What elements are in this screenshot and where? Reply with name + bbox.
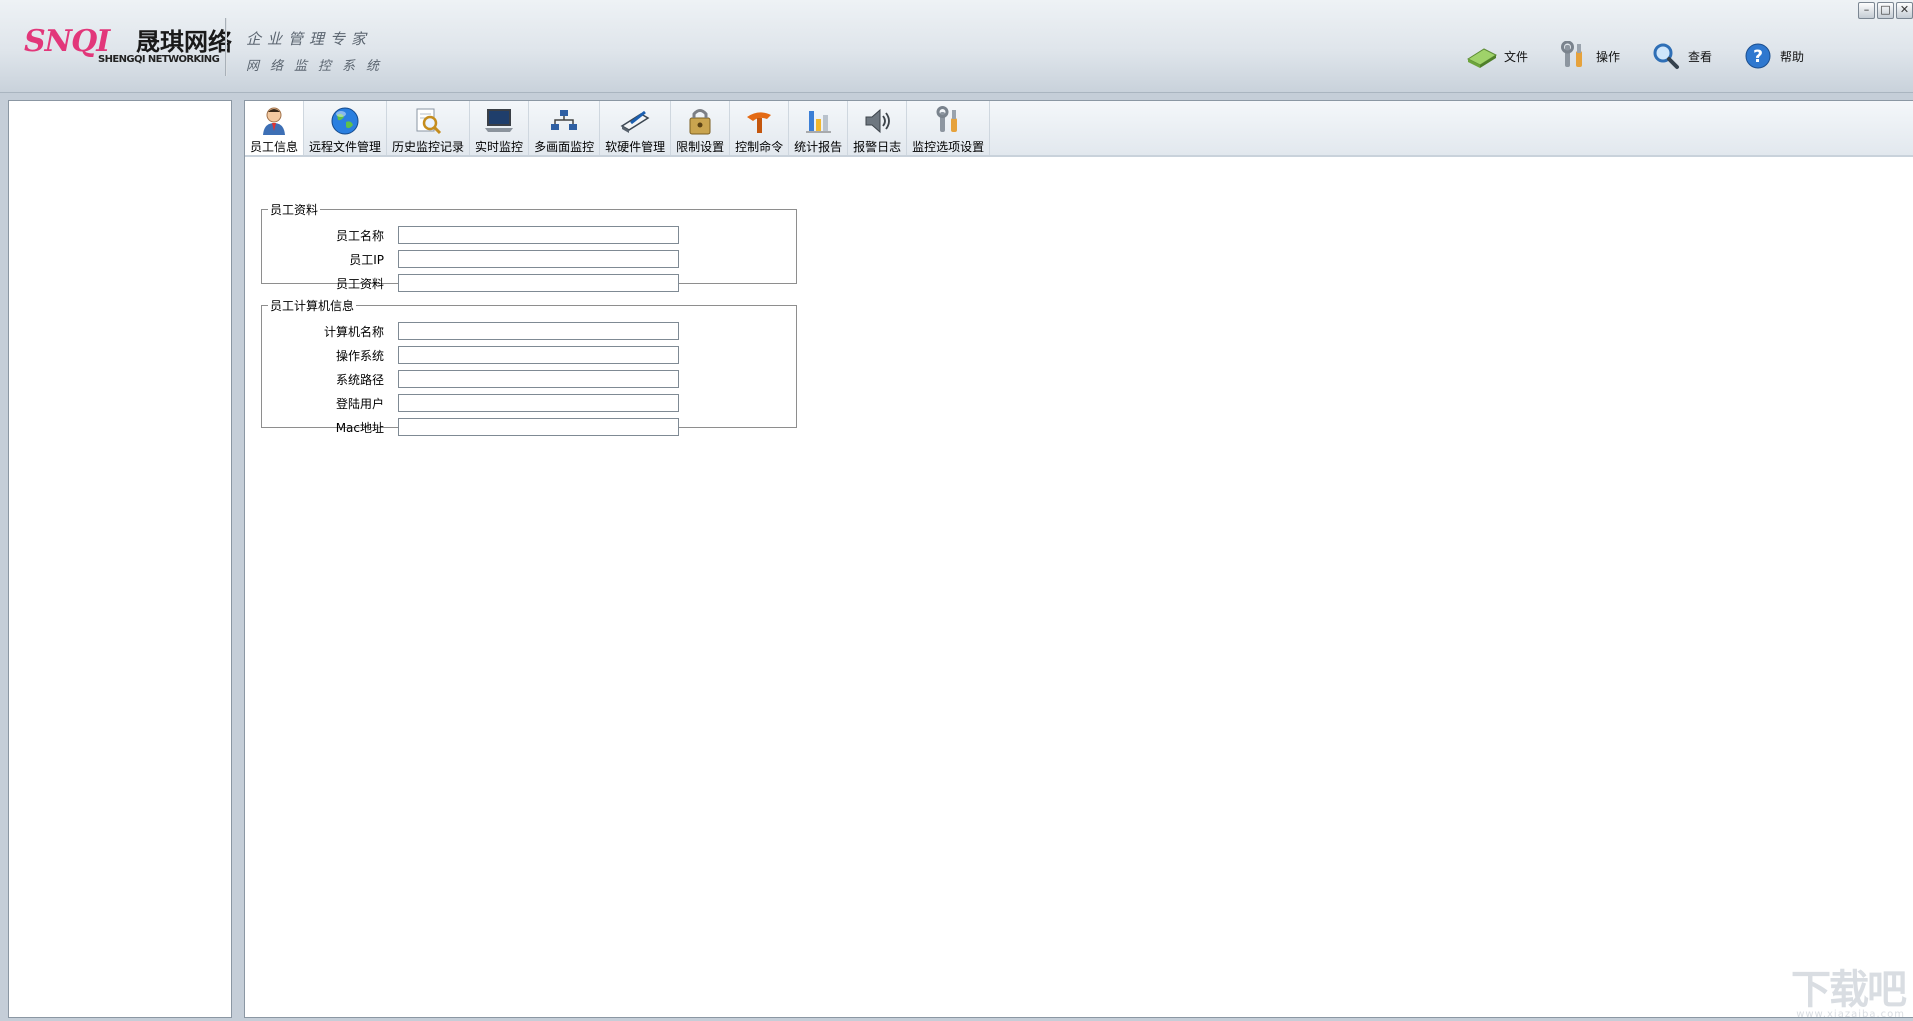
file-icon xyxy=(1466,40,1498,72)
employee-tree-panel[interactable] xyxy=(8,100,232,1018)
slogan-line-1: 企业管理专家 xyxy=(246,30,373,48)
maximize-button[interactable]: □ xyxy=(1877,2,1894,19)
tab-multiscreen[interactable]: 多画面监控 xyxy=(529,101,601,155)
tab-label: 控制命令 xyxy=(735,140,784,154)
function-toolbar: 员工信息 远程文件管理 历史监控记录 实时监控 多画面监控 软硬件管理 限制设置… xyxy=(245,101,1913,157)
field-label: 员工IP xyxy=(349,252,384,267)
watermark-text: 下载吧 xyxy=(1791,967,1907,1013)
field-label: 登陆用户 xyxy=(335,396,384,411)
window-controls: – □ ✕ xyxy=(1858,2,1913,19)
slogan: 企业管理专家 网络监控系统 xyxy=(246,28,390,74)
menu-view-label: 查看 xyxy=(1688,49,1713,64)
menu-operation-label: 操作 xyxy=(1596,49,1621,64)
network-icon xyxy=(548,105,580,136)
logo-name: 晟琪网络 xyxy=(136,28,232,56)
speaker-icon xyxy=(861,105,893,136)
tab-label: 员工信息 xyxy=(250,140,299,154)
group-title: 员工资料 xyxy=(270,203,319,217)
field-label: Mac地址 xyxy=(335,420,384,435)
tab-label: 历史监控记录 xyxy=(392,140,465,154)
form-row: 计算机名称 xyxy=(262,322,679,340)
tab-software[interactable]: 软硬件管理 xyxy=(600,101,672,155)
employee-info-group: 员工资料 员工名称 员工IP 员工资料 xyxy=(261,201,797,292)
main-menu: 文件 操作 查看 ? 帮助 xyxy=(1466,40,1834,72)
form-row: 员工名称 xyxy=(262,226,679,244)
close-button[interactable]: ✕ xyxy=(1896,2,1913,19)
field-label: 员工名称 xyxy=(335,228,384,243)
field-label: 员工资料 xyxy=(335,276,384,291)
os-input[interactable] xyxy=(398,346,679,364)
settings-tools-icon xyxy=(932,105,964,136)
tab-alarm[interactable]: 报警日志 xyxy=(848,101,908,155)
mac-address-input[interactable] xyxy=(398,418,679,436)
tab-label: 多画面监控 xyxy=(534,140,595,154)
tab-label: 实时监控 xyxy=(475,140,524,154)
user-icon xyxy=(258,105,290,136)
logo-mark: SNQI xyxy=(24,24,110,59)
tab-label: 监控选项设置 xyxy=(912,140,985,154)
tab-label: 软硬件管理 xyxy=(605,140,666,154)
globe-icon xyxy=(329,105,361,136)
form-row: 系统路径 xyxy=(262,370,679,388)
tab-realtime[interactable]: 实时监控 xyxy=(470,101,530,155)
laptop-icon xyxy=(483,105,515,136)
app-header: SNQI 晟琪网络 SHENGQI NETWORKING 企业管理专家 网络监控… xyxy=(0,0,1913,93)
tab-report[interactable]: 统计报告 xyxy=(789,101,849,155)
system-path-input[interactable] xyxy=(398,370,679,388)
menu-help[interactable]: ? 帮助 xyxy=(1742,40,1804,72)
help-icon: ? xyxy=(1742,40,1774,72)
employee-name-input[interactable] xyxy=(398,226,679,244)
minimize-button[interactable]: – xyxy=(1858,2,1875,19)
menu-file-label: 文件 xyxy=(1504,49,1529,64)
field-label: 系统路径 xyxy=(335,372,384,387)
function-tabs: 员工信息 远程文件管理 历史监控记录 实时监控 多画面监控 软硬件管理 限制设置… xyxy=(245,101,991,155)
tab-label: 限制设置 xyxy=(676,140,725,154)
form-row: 员工IP xyxy=(262,250,679,268)
form-row: Mac地址 xyxy=(262,418,679,436)
menu-file[interactable]: 文件 xyxy=(1466,40,1528,72)
search-document-icon xyxy=(412,105,444,136)
svg-text:?: ? xyxy=(1753,47,1763,67)
employee-profile-input[interactable] xyxy=(398,274,679,292)
group-title: 员工计算机信息 xyxy=(270,299,355,313)
logo-subtitle: SHENGQI NETWORKING xyxy=(98,54,220,65)
tab-control[interactable]: 控制命令 xyxy=(730,101,790,155)
form-row: 登陆用户 xyxy=(262,394,679,412)
tab-restriction[interactable]: 限制设置 xyxy=(671,101,731,155)
site-watermark: 下载吧 www.xiazaiba.com xyxy=(1775,957,1907,1020)
main-panel: 员工信息 远程文件管理 历史监控记录 实时监控 多画面监控 软硬件管理 限制设置… xyxy=(244,100,1913,1018)
tab-employee-info[interactable]: 员工信息 xyxy=(245,101,305,155)
chart-icon xyxy=(802,105,834,136)
computer-info-group: 员工计算机信息 计算机名称 操作系统 系统路径 登陆用户 Mac地址 xyxy=(261,297,797,436)
login-user-input[interactable] xyxy=(398,394,679,412)
edit-icon xyxy=(619,105,651,136)
command-icon xyxy=(743,105,775,136)
menu-help-label: 帮助 xyxy=(1780,49,1805,64)
slogan-line-2: 网络监控系统 xyxy=(246,59,391,74)
form-row: 操作系统 xyxy=(262,346,679,364)
field-label: 计算机名称 xyxy=(323,324,384,339)
tab-remote-file[interactable]: 远程文件管理 xyxy=(304,101,388,155)
tab-label: 远程文件管理 xyxy=(309,140,382,154)
employee-ip-input[interactable] xyxy=(398,250,679,268)
menu-operation[interactable]: 操作 xyxy=(1558,40,1620,72)
form-row: 员工资料 xyxy=(262,274,679,292)
header-divider xyxy=(225,18,227,76)
menu-view[interactable]: 查看 xyxy=(1650,40,1712,72)
tab-options[interactable]: 监控选项设置 xyxy=(907,101,991,155)
field-label: 操作系统 xyxy=(335,348,384,363)
tab-label: 报警日志 xyxy=(853,140,902,154)
tab-history[interactable]: 历史监控记录 xyxy=(387,101,471,155)
tools-icon xyxy=(1558,40,1590,72)
lock-icon xyxy=(684,105,716,136)
magnifier-icon xyxy=(1650,40,1682,72)
computer-name-input[interactable] xyxy=(398,322,679,340)
tab-label: 统计报告 xyxy=(794,140,843,154)
